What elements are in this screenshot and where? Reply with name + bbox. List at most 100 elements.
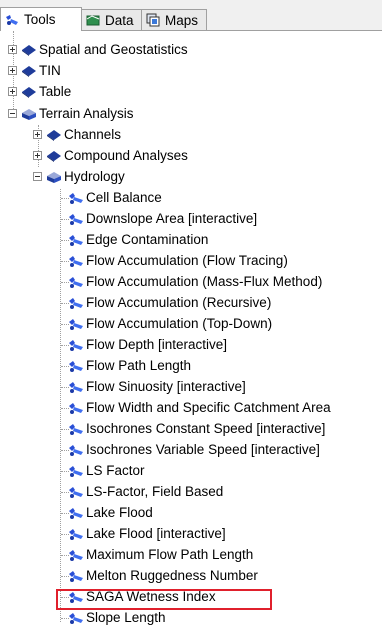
expand-icon[interactable] — [8, 45, 17, 54]
tool-icon — [68, 443, 84, 457]
tree-tool-item[interactable]: Flow Depth [interactive] — [68, 334, 227, 355]
tree-connector — [60, 189, 61, 622]
tree-item-label: Hydrology — [64, 169, 125, 184]
tree-item-label: Flow Depth [interactive] — [86, 337, 228, 352]
collapse-icon[interactable] — [33, 172, 42, 181]
tab-maps-label: Maps — [165, 12, 199, 28]
tool-icon — [68, 254, 84, 268]
tree-item-label: Flow Width and Specific Catchment Area — [86, 400, 331, 415]
tree-tool-item[interactable]: Melton Ruggedness Number — [68, 565, 258, 586]
tree-item-label: Table — [39, 84, 72, 99]
tree-tool-item[interactable]: Flow Width and Specific Catchment Area — [68, 397, 331, 418]
maps-icon — [146, 13, 160, 27]
book-icon — [21, 85, 37, 99]
tree-tool-item[interactable]: LS-Factor, Field Based — [68, 481, 223, 502]
tools-icon — [5, 13, 19, 27]
tool-icon — [68, 422, 84, 436]
tree-tool-item[interactable]: Flow Accumulation (Flow Tracing) — [68, 250, 288, 271]
expand-icon[interactable] — [33, 151, 42, 160]
tool-icon — [68, 338, 84, 352]
tool-icon — [68, 401, 84, 415]
tree-item-label: Channels — [64, 127, 122, 142]
tree-item-label: LS Factor — [86, 463, 145, 478]
tree-tool-item[interactable]: Downslope Area [interactive] — [68, 208, 257, 229]
tree-tool-item[interactable]: LS Factor — [68, 460, 145, 481]
tree-group-hydrology[interactable]: Hydrology — [33, 166, 125, 187]
book-icon — [46, 149, 62, 163]
tree-item-label: Lake Flood [interactive] — [86, 526, 226, 541]
tree-group-compound-analyses[interactable]: Compound Analyses — [33, 145, 188, 166]
tree-tool-item[interactable]: Slope Length — [68, 607, 166, 628]
book-open-icon — [46, 170, 62, 184]
tool-tree: Spatial and Geostatistics TIN Table Terr… — [0, 31, 382, 629]
tool-icon — [68, 191, 84, 205]
tab-tools[interactable]: Tools — [0, 7, 82, 31]
tool-icon — [68, 506, 84, 520]
tool-icon — [68, 296, 84, 310]
tree-group-spatial[interactable]: Spatial and Geostatistics — [8, 39, 188, 60]
expand-icon[interactable] — [8, 87, 17, 96]
tab-maps[interactable]: Maps — [141, 9, 207, 30]
tree-tool-item[interactable]: Isochrones Variable Speed [interactive] — [68, 439, 320, 460]
tree-item-label: Melton Ruggedness Number — [86, 568, 258, 583]
tree-tool-item[interactable]: Flow Accumulation (Top-Down) — [68, 313, 272, 334]
tool-icon — [68, 527, 84, 541]
tree-item-label: Isochrones Variable Speed [interactive] — [86, 442, 320, 457]
tool-icon — [68, 464, 84, 478]
tree-group-table[interactable]: Table — [8, 81, 71, 102]
tab-data-label: Data — [105, 12, 134, 28]
book-icon — [21, 43, 37, 57]
tree-item-label: LS-Factor, Field Based — [86, 484, 224, 499]
tool-icon — [68, 485, 84, 499]
tree-tool-item[interactable]: Isochrones Constant Speed [interactive] — [68, 418, 325, 439]
tree-item-label: Downslope Area [interactive] — [86, 211, 258, 226]
tree-item-label: Flow Accumulation (Mass-Flux Method) — [86, 274, 323, 289]
highlight-box — [56, 589, 272, 610]
tree-item-label: Lake Flood — [86, 505, 153, 520]
tree-group-terrain-analysis[interactable]: Terrain Analysis — [8, 103, 134, 124]
tool-icon — [68, 317, 84, 331]
tree-item-label: Flow Path Length — [86, 358, 192, 373]
tree-item-label: Compound Analyses — [64, 148, 188, 163]
tree-tool-item[interactable]: Edge Contamination — [68, 229, 208, 250]
book-open-icon — [21, 107, 37, 121]
tree-tool-item[interactable]: Flow Path Length — [68, 355, 191, 376]
tool-icon — [68, 611, 84, 625]
tree-tool-item[interactable]: Flow Sinuosity [interactive] — [68, 376, 246, 397]
tab-bar: Tools Data Maps — [0, 0, 382, 31]
tree-item-label: Edge Contamination — [86, 232, 209, 247]
tool-icon — [68, 359, 84, 373]
tool-icon — [68, 569, 84, 583]
tree-item-label: Slope Length — [86, 610, 166, 625]
collapse-icon[interactable] — [8, 109, 17, 118]
tree-tool-item[interactable]: Flow Accumulation (Mass-Flux Method) — [68, 271, 322, 292]
tool-icon — [68, 380, 84, 394]
tool-icon — [68, 233, 84, 247]
tree-item-label: TIN — [39, 63, 61, 78]
tool-icon — [68, 212, 84, 226]
tree-group-channels[interactable]: Channels — [33, 124, 121, 145]
tree-group-tin[interactable]: TIN — [8, 60, 61, 81]
tree-tool-item[interactable]: Lake Flood — [68, 502, 153, 523]
tree-tool-item[interactable]: Lake Flood [interactive] — [68, 523, 226, 544]
tree-tool-item[interactable]: Maximum Flow Path Length — [68, 544, 253, 565]
tree-item-label: Maximum Flow Path Length — [86, 547, 254, 562]
tree-item-label: Terrain Analysis — [39, 106, 134, 121]
tool-icon — [68, 548, 84, 562]
tree-item-label: Flow Accumulation (Top-Down) — [86, 316, 273, 331]
tree-item-label: Isochrones Constant Speed [interactive] — [86, 421, 326, 436]
expand-icon[interactable] — [8, 66, 17, 75]
data-icon — [86, 13, 100, 27]
book-icon — [46, 128, 62, 142]
tree-item-label: Cell Balance — [86, 190, 162, 205]
expand-icon[interactable] — [33, 130, 42, 139]
book-icon — [21, 64, 37, 78]
tab-data[interactable]: Data — [81, 9, 142, 30]
tree-item-label: Flow Accumulation (Flow Tracing) — [86, 253, 288, 268]
tree-tool-item[interactable]: Cell Balance — [68, 187, 162, 208]
tree-item-label: Flow Accumulation (Recursive) — [86, 295, 272, 310]
tree-tool-item[interactable]: Flow Accumulation (Recursive) — [68, 292, 271, 313]
tree-item-label: Spatial and Geostatistics — [39, 42, 188, 57]
tree-item-label: Flow Sinuosity [interactive] — [86, 379, 246, 394]
tab-tools-label: Tools — [24, 12, 56, 27]
